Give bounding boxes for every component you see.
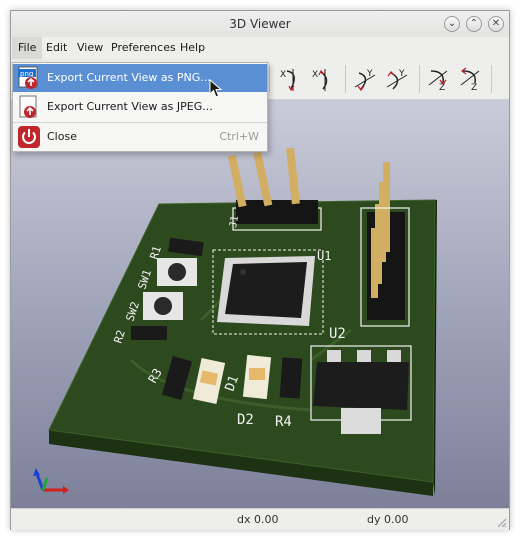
3d-viewport[interactable]: J1 U1 R1 SW1 SW2 R2 R3 D1 D2 R4 U2 <box>11 100 509 508</box>
file-menu-dropdown: png Export Current View as PNG... Export… <box>12 62 268 152</box>
menu-help[interactable]: Help <box>180 41 205 54</box>
title-bar[interactable]: 3D Viewer ⌄ ⌃ ✕ <box>11 11 509 37</box>
u1-body <box>225 262 307 318</box>
axis-z-label: Z <box>439 83 445 93</box>
d2-diode-band <box>249 368 265 380</box>
jpeg-export-icon <box>19 95 37 118</box>
close-window-button[interactable]: ✕ <box>488 16 504 32</box>
axis-y-label: Y <box>366 69 373 79</box>
rotate-z-ccw-icon[interactable]: Z <box>457 65 485 93</box>
axis-y-indicator-head <box>33 468 40 476</box>
rotate-y-cw-icon[interactable]: Y <box>351 65 379 93</box>
j1-label: J1 <box>228 215 241 229</box>
j1-pin <box>286 147 300 205</box>
viewer-window: 3D Viewer ⌄ ⌃ ✕ File Edit View Preferenc… <box>10 10 510 530</box>
status-bar: dx 0.00 dy 0.00 <box>11 508 509 530</box>
j1-pin <box>227 154 247 208</box>
menu-file[interactable]: File <box>12 37 43 59</box>
axis-y-label: Y <box>398 69 405 79</box>
window-title: 3D Viewer <box>229 17 291 31</box>
r4-resistor <box>279 357 303 399</box>
rotate-x-ccw-icon[interactable]: X <box>309 65 337 93</box>
menu-preferences[interactable]: Preferences <box>111 41 176 54</box>
maximize-button[interactable]: ⌃ <box>466 16 482 32</box>
rotate-z-cw-icon[interactable]: Z <box>425 65 453 93</box>
u2-pin <box>327 350 341 362</box>
d2-label: D2 <box>237 412 254 428</box>
u2-body <box>313 362 409 410</box>
u2-pin <box>387 350 401 362</box>
menu-item-export-jpeg[interactable]: Export Current View as JPEG... <box>13 93 267 121</box>
rotate-x-cw-icon[interactable]: X <box>277 65 305 93</box>
u2-pin <box>357 350 371 362</box>
u2-label: U2 <box>329 326 346 342</box>
axis-x-label: X <box>280 70 286 80</box>
menu-item-label: Close <box>47 130 77 143</box>
axis-x-label: X <box>312 70 318 80</box>
rotate-y-ccw-icon[interactable]: Y <box>383 65 411 93</box>
toolbar-separator <box>345 65 346 93</box>
menu-item-shortcut: Ctrl+W <box>219 130 259 143</box>
mouse-cursor-icon <box>209 79 223 98</box>
menu-item-label: Export Current View as PNG... <box>47 71 211 84</box>
axis-z-indicator <box>41 477 49 491</box>
u2-tab <box>341 408 381 434</box>
sw1-button <box>168 263 186 281</box>
minimize-button[interactable]: ⌄ <box>444 16 460 32</box>
png-badge-text: png <box>20 70 33 78</box>
toolbar-separator <box>491 65 492 93</box>
j1-pin <box>253 151 273 207</box>
r2-resistor <box>131 326 167 340</box>
toolbar-separator <box>269 65 270 93</box>
axis-y-indicator <box>35 473 45 491</box>
png-export-icon: png <box>18 66 38 89</box>
power-icon <box>18 126 40 148</box>
menu-view[interactable]: View <box>77 41 103 54</box>
menu-item-close[interactable]: Close Ctrl+W <box>13 123 267 151</box>
right-header-pin <box>371 228 378 298</box>
sw2-button <box>154 297 172 315</box>
u1-label: U1 <box>317 249 331 263</box>
j1-connector-body <box>236 200 318 224</box>
r4-label: R4 <box>275 414 292 430</box>
menu-bar: File Edit View Preferences Help <box>11 37 509 59</box>
dx-readout: dx 0.00 <box>237 513 279 526</box>
menu-item-export-png[interactable]: png Export Current View as PNG... <box>13 64 267 92</box>
menu-item-label: Export Current View as JPEG... <box>47 100 213 113</box>
menu-edit[interactable]: Edit <box>46 41 67 54</box>
axis-x-indicator-head <box>63 486 69 494</box>
pcb-3d-render: J1 U1 R1 SW1 SW2 R2 R3 D1 D2 R4 U2 <box>33 147 437 496</box>
u1-pin1-marker <box>240 269 246 275</box>
dy-readout: dy 0.00 <box>367 513 409 526</box>
resize-grip-icon[interactable] <box>495 516 507 528</box>
toolbar-separator <box>419 65 420 93</box>
axis-z-label: Z <box>471 83 477 93</box>
